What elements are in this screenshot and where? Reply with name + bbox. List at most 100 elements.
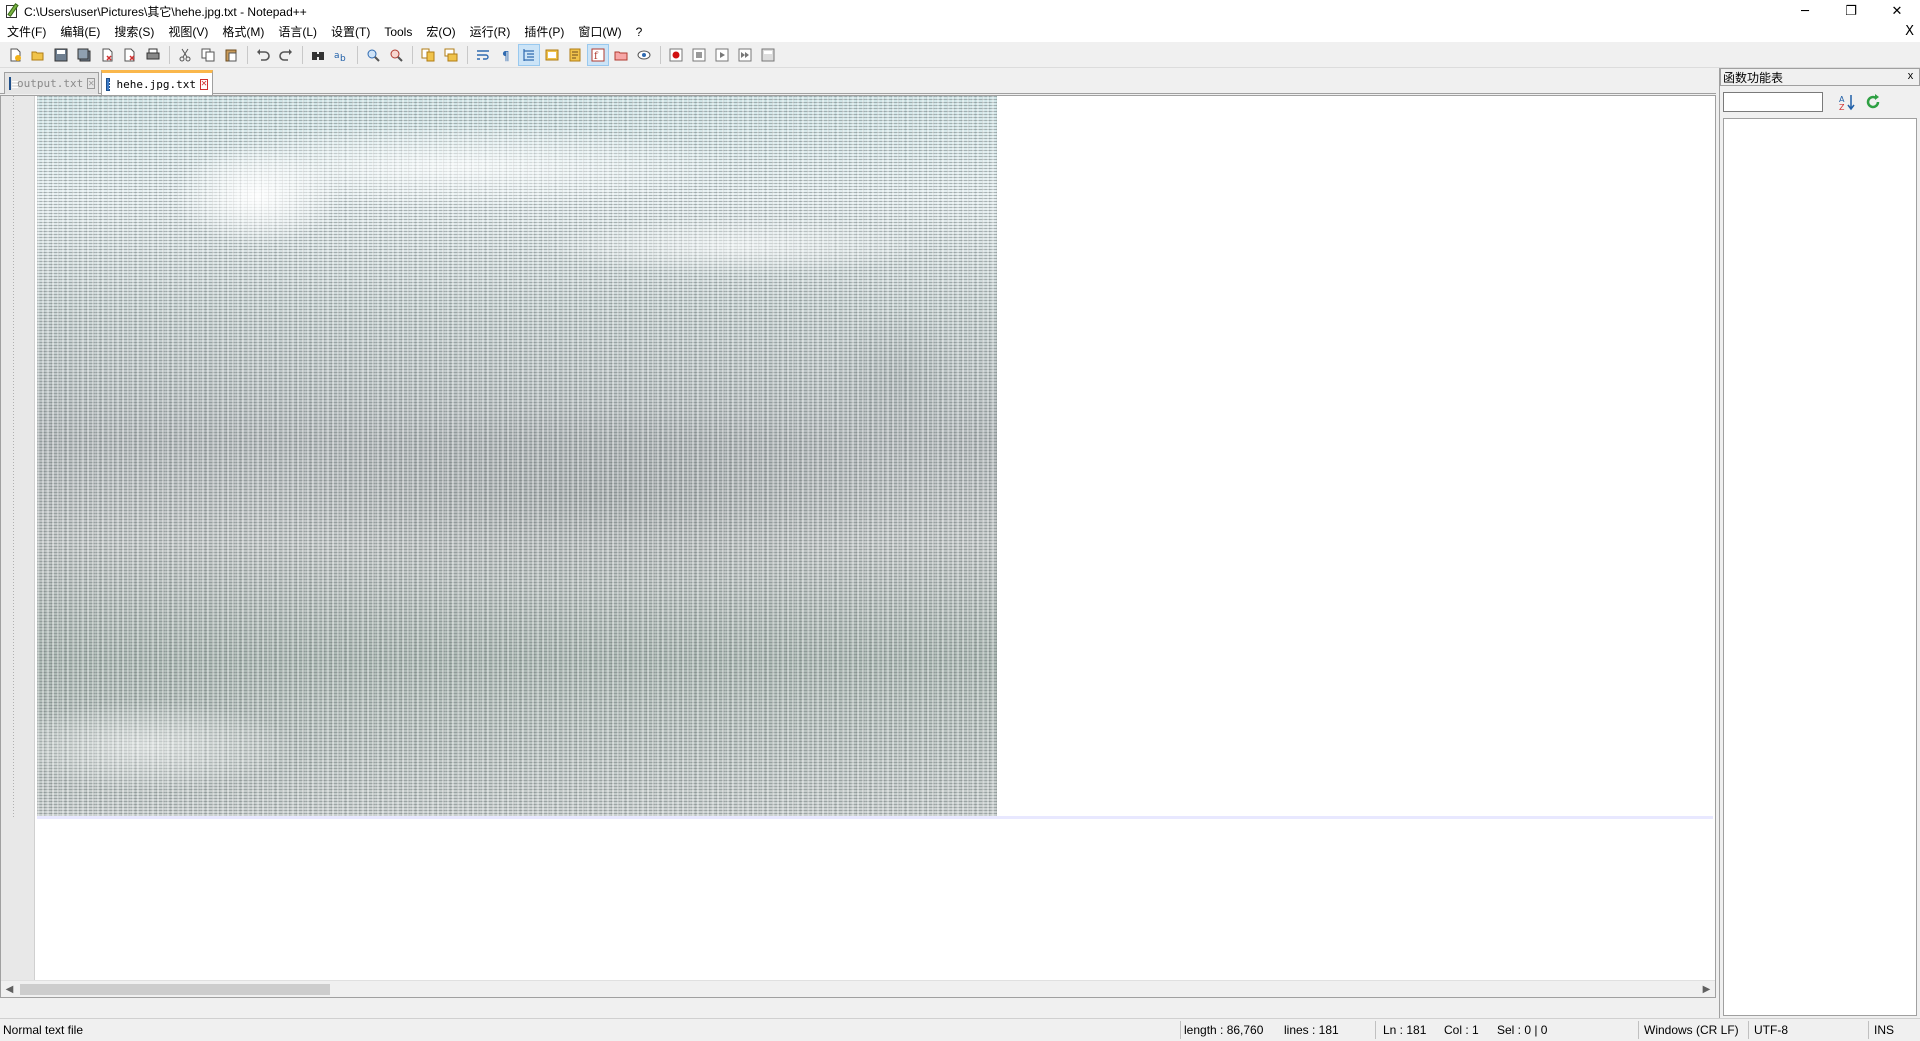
function-list-icon: f bbox=[591, 48, 605, 62]
line-number-gutter bbox=[1, 96, 35, 997]
menu-plugins[interactable]: 插件(P) bbox=[517, 22, 571, 42]
sync-vertical-icon bbox=[421, 48, 435, 61]
menu-tools[interactable]: Tools bbox=[377, 22, 419, 42]
function-list-header: 函数功能表 x bbox=[1720, 68, 1920, 86]
status-selection: Sel : 0 | 0 bbox=[1497, 1023, 1548, 1037]
document-icon bbox=[9, 77, 18, 90]
monitoring-button[interactable] bbox=[633, 44, 655, 66]
undo-button[interactable] bbox=[252, 44, 274, 66]
save-macro-button[interactable] bbox=[757, 44, 779, 66]
close-document-button[interactable]: X bbox=[1905, 22, 1914, 42]
tab-close-icon[interactable]: ✕ bbox=[87, 78, 96, 89]
title-bar: C:\Users\user\Pictures\其它\hehe.jpg.txt -… bbox=[0, 0, 1920, 22]
replace-button[interactable]: ab bbox=[330, 44, 352, 66]
menu-help[interactable]: ? bbox=[629, 22, 650, 42]
menu-macro[interactable]: 宏(O) bbox=[419, 22, 462, 42]
zoom-out-button[interactable] bbox=[385, 44, 407, 66]
minimize-button[interactable]: ─ bbox=[1782, 0, 1828, 22]
user-language-button[interactable] bbox=[541, 44, 563, 66]
menu-view[interactable]: 视图(V) bbox=[161, 22, 215, 42]
scroll-right-icon[interactable]: ▶ bbox=[1698, 981, 1715, 997]
play-macro-button[interactable] bbox=[711, 44, 733, 66]
ascii-art-text-content[interactable] bbox=[37, 96, 997, 816]
toolbar: ab ¶ f bbox=[0, 42, 1920, 68]
restore-button[interactable]: ❐ bbox=[1828, 0, 1874, 22]
tab-output-txt[interactable]: output.txt ✕ bbox=[4, 72, 99, 94]
sync-vertical-button[interactable] bbox=[417, 44, 439, 66]
save-icon bbox=[54, 48, 68, 61]
toolbar-separator bbox=[169, 45, 170, 64]
save-all-button[interactable] bbox=[73, 44, 95, 66]
folder-as-workspace-button[interactable] bbox=[610, 44, 632, 66]
sort-icon[interactable]: AZ bbox=[1838, 93, 1856, 111]
toolbar-separator bbox=[412, 45, 413, 64]
tab-bar: output.txt ✕ hehe.jpg.txt ✕ bbox=[0, 69, 1716, 95]
status-column: Col : 1 bbox=[1444, 1023, 1479, 1037]
svg-text:a: a bbox=[334, 51, 340, 61]
sync-horizontal-button[interactable] bbox=[440, 44, 462, 66]
menu-bar: 文件(F) 编辑(E) 搜索(S) 视图(V) 格式(M) 语言(L) 设置(T… bbox=[0, 22, 1920, 42]
copy-button[interactable] bbox=[197, 44, 219, 66]
menu-format[interactable]: 格式(M) bbox=[215, 22, 271, 42]
menu-settings[interactable]: 设置(T) bbox=[324, 22, 377, 42]
current-line-highlight bbox=[37, 816, 1713, 819]
close-all-icon bbox=[124, 48, 135, 61]
editor-area[interactable]: ◀ ▶ bbox=[0, 95, 1716, 998]
panel-close-icon[interactable]: x bbox=[1904, 70, 1917, 83]
menu-edit[interactable]: 编辑(E) bbox=[53, 22, 107, 42]
stop-record-button[interactable] bbox=[688, 44, 710, 66]
status-encoding[interactable]: UTF-8 bbox=[1751, 1019, 1788, 1041]
word-wrap-button[interactable] bbox=[472, 44, 494, 66]
close-button[interactable] bbox=[96, 44, 118, 66]
function-search-input[interactable] bbox=[1723, 92, 1823, 112]
status-insert-mode[interactable]: INS bbox=[1871, 1019, 1894, 1041]
show-all-chars-button[interactable]: ¶ bbox=[495, 44, 517, 66]
scrollbar-thumb[interactable] bbox=[20, 984, 330, 995]
print-button[interactable] bbox=[142, 44, 164, 66]
document-map-button[interactable] bbox=[564, 44, 586, 66]
find-icon bbox=[312, 51, 324, 60]
new-file-button[interactable] bbox=[4, 44, 26, 66]
paste-button[interactable] bbox=[220, 44, 242, 66]
save-button[interactable] bbox=[50, 44, 72, 66]
open-file-button[interactable] bbox=[27, 44, 49, 66]
word-wrap-icon bbox=[477, 49, 489, 60]
scroll-left-icon[interactable]: ◀ bbox=[1, 981, 18, 997]
menu-file[interactable]: 文件(F) bbox=[0, 22, 53, 42]
horizontal-scrollbar[interactable]: ◀ ▶ bbox=[1, 980, 1715, 997]
menu-language[interactable]: 语言(L) bbox=[271, 22, 324, 42]
save-all-icon bbox=[77, 48, 91, 61]
reload-icon[interactable] bbox=[1864, 93, 1882, 111]
toolbar-separator bbox=[247, 45, 248, 64]
indent-guide-button[interactable] bbox=[518, 43, 540, 66]
status-lines: lines : 181 bbox=[1284, 1023, 1339, 1037]
replace-icon: ab bbox=[334, 51, 346, 62]
run-macro-multiple-icon bbox=[738, 48, 752, 61]
toolbar-separator bbox=[357, 45, 358, 64]
status-length: length : 86,760 bbox=[1184, 1023, 1264, 1037]
menu-window[interactable]: 窗口(W) bbox=[571, 22, 628, 42]
zoom-in-button[interactable] bbox=[362, 44, 384, 66]
toolbar-separator bbox=[302, 45, 303, 64]
status-eol-format[interactable]: Windows (CR LF) bbox=[1641, 1019, 1739, 1041]
status-file-type: Normal text file bbox=[3, 1023, 84, 1037]
menu-run[interactable]: 运行(R) bbox=[463, 22, 518, 42]
menu-search[interactable]: 搜索(S) bbox=[107, 22, 161, 42]
cut-button[interactable] bbox=[174, 44, 196, 66]
find-button[interactable] bbox=[307, 44, 329, 66]
run-macro-multiple-button[interactable] bbox=[734, 44, 756, 66]
close-window-button[interactable]: ✕ bbox=[1874, 0, 1920, 22]
redo-button[interactable] bbox=[275, 44, 297, 66]
play-macro-icon bbox=[715, 48, 729, 61]
record-macro-icon bbox=[669, 48, 683, 61]
function-list-title: 函数功能表 bbox=[1723, 70, 1784, 85]
close-icon bbox=[102, 48, 113, 61]
function-list-button[interactable]: f bbox=[587, 43, 609, 66]
tab-close-icon[interactable]: ✕ bbox=[199, 78, 208, 90]
tab-hehe-jpg-txt[interactable]: hehe.jpg.txt ✕ bbox=[101, 70, 213, 95]
close-all-button[interactable] bbox=[119, 44, 141, 66]
paste-icon bbox=[225, 49, 237, 61]
function-tree[interactable] bbox=[1723, 118, 1917, 1016]
record-macro-button[interactable] bbox=[665, 44, 687, 66]
svg-text:Z: Z bbox=[1839, 103, 1845, 111]
